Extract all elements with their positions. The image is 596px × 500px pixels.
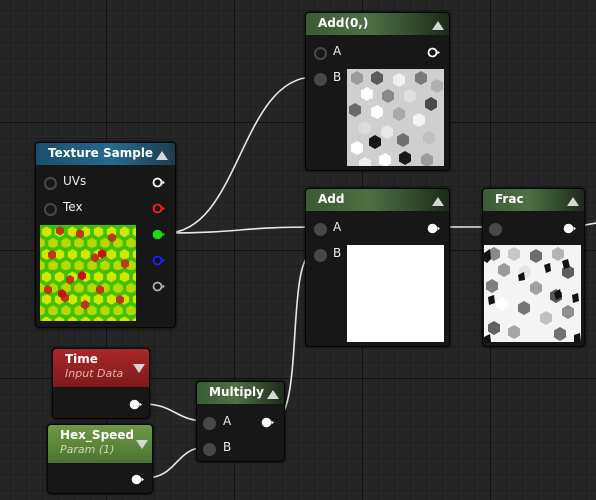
- node-title: Frac: [495, 192, 524, 206]
- pin-label-b: B: [333, 246, 342, 260]
- pin-label-a: A: [223, 414, 232, 428]
- output-pin-icon[interactable]: [131, 474, 144, 485]
- multiply-node[interactable]: Multiply A B: [196, 381, 285, 462]
- node-header[interactable]: Add: [306, 189, 449, 211]
- collapse-arrow-icon[interactable]: [156, 151, 168, 160]
- node-title: Multiply: [209, 385, 264, 399]
- collapse-arrow-icon[interactable]: [267, 390, 279, 399]
- node-title: Add(0,): [318, 16, 369, 30]
- pin-label-b: B: [333, 70, 342, 84]
- red-channel-pin-icon[interactable]: [152, 203, 165, 214]
- pin-label-a: A: [333, 220, 342, 234]
- a-input-pin[interactable]: [314, 47, 327, 60]
- node-title: Hex_Speed: [60, 428, 135, 442]
- node-title: Add: [318, 192, 345, 206]
- output-pin-icon[interactable]: [427, 47, 440, 58]
- expand-arrow-icon[interactable]: [133, 364, 145, 373]
- alpha-channel-pin-icon[interactable]: [152, 281, 165, 292]
- time-node[interactable]: Time Input Data: [52, 348, 150, 419]
- input-pin[interactable]: [489, 223, 502, 236]
- wire-rgb-to-add-a: [165, 226, 315, 234]
- uvs-input-pin[interactable]: [44, 177, 57, 190]
- add-preview: [347, 245, 444, 342]
- node-title: Time: [65, 352, 98, 366]
- collapse-arrow-icon[interactable]: [432, 197, 444, 206]
- tex-input-pin[interactable]: [44, 203, 57, 216]
- frac-node[interactable]: Frac: [482, 188, 585, 347]
- expand-arrow-icon[interactable]: [136, 440, 148, 449]
- a-input-pin[interactable]: [314, 223, 327, 236]
- pin-label-uvs: UVs: [63, 174, 87, 188]
- hex-speed-node[interactable]: Hex_Speed Param (1): [47, 424, 153, 494]
- texture-preview: [40, 225, 136, 321]
- b-input-pin[interactable]: [314, 73, 327, 86]
- output-pin-icon[interactable]: [427, 223, 440, 234]
- a-input-pin[interactable]: [203, 417, 216, 430]
- blue-channel-pin-icon[interactable]: [152, 255, 165, 266]
- b-input-pin[interactable]: [314, 249, 327, 262]
- output-pin-icon[interactable]: [129, 399, 142, 410]
- green-channel-pin-icon[interactable]: [152, 229, 165, 240]
- wire-rgb-to-add0-b: [165, 76, 315, 234]
- node-header[interactable]: Add(0,): [306, 13, 449, 35]
- output-pin-icon[interactable]: [261, 417, 274, 428]
- collapse-arrow-icon[interactable]: [432, 21, 444, 30]
- output-pin-icon[interactable]: [563, 223, 576, 234]
- add-node[interactable]: Add A B: [305, 188, 450, 347]
- node-title: Texture Sample: [48, 146, 154, 160]
- pin-label-a: A: [333, 44, 342, 58]
- node-header[interactable]: Texture Sample: [36, 143, 175, 165]
- b-input-pin[interactable]: [203, 443, 216, 456]
- add-zero-node[interactable]: Add(0,) A B: [305, 12, 450, 171]
- uvs-pass-pin-icon[interactable]: [152, 177, 165, 188]
- pin-label-b: B: [223, 440, 232, 454]
- pin-label-tex: Tex: [63, 200, 83, 214]
- add-zero-preview: [347, 69, 444, 166]
- texture-sample-node[interactable]: Texture Sample UVs Tex: [35, 142, 176, 328]
- collapse-arrow-icon[interactable]: [567, 197, 579, 206]
- frac-preview: [484, 245, 581, 342]
